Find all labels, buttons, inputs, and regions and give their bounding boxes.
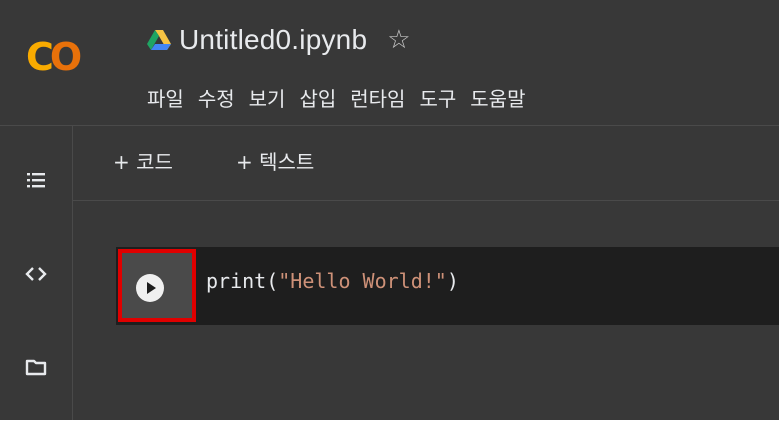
header: CO Untitled0.ipynb ☆ 파일 수정 보기 삽입 런타임 도구 … — [0, 0, 783, 126]
notebook-area: print("Hello World!") — [73, 201, 783, 422]
code-editor[interactable]: print("Hello World!") — [206, 269, 459, 293]
code-string: "Hello World!" — [278, 269, 447, 293]
title-row: Untitled0.ipynb ☆ — [147, 18, 411, 62]
run-cell-button[interactable] — [136, 274, 164, 302]
toc-icon[interactable] — [0, 170, 72, 194]
menu-item-runtime[interactable]: 런타임 — [350, 83, 405, 112]
notebook-title[interactable]: Untitled0.ipynb — [179, 24, 367, 56]
colab-window: CO Untitled0.ipynb ☆ 파일 수정 보기 삽입 런타임 도구 … — [0, 0, 783, 422]
code-prefix: print( — [206, 269, 279, 293]
google-drive-icon — [147, 30, 171, 50]
menu-item-help[interactable]: 도움말 — [470, 83, 525, 112]
menu-item-view[interactable]: 보기 — [249, 83, 286, 112]
logo-letter-o: O — [49, 35, 82, 79]
menu-item-file[interactable]: 파일 — [147, 83, 184, 112]
code-snippets-icon[interactable] — [0, 266, 72, 287]
left-sidebar — [0, 126, 73, 422]
menu-item-edit[interactable]: 수정 — [198, 83, 235, 112]
add-text-cell-button[interactable]: + 텍스트 — [236, 146, 314, 175]
colab-logo[interactable]: CO — [26, 35, 82, 79]
menu-bar: 파일 수정 보기 삽입 런타임 도구 도움말 — [147, 83, 539, 112]
window-edge-right — [779, 0, 783, 422]
notebook-toolbar: + 코드 + 텍스트 — [73, 126, 783, 201]
menu-item-tools[interactable]: 도구 — [419, 83, 456, 112]
folder-icon[interactable] — [0, 358, 72, 380]
code-cell[interactable]: print("Hello World!") — [116, 247, 783, 325]
logo-letter-c: C — [26, 35, 54, 79]
add-code-cell-button[interactable]: + 코드 — [113, 146, 173, 175]
play-icon — [147, 282, 156, 294]
code-suffix: ) — [446, 269, 459, 293]
star-icon[interactable]: ☆ — [387, 27, 410, 53]
menu-item-insert[interactable]: 삽입 — [299, 83, 336, 112]
